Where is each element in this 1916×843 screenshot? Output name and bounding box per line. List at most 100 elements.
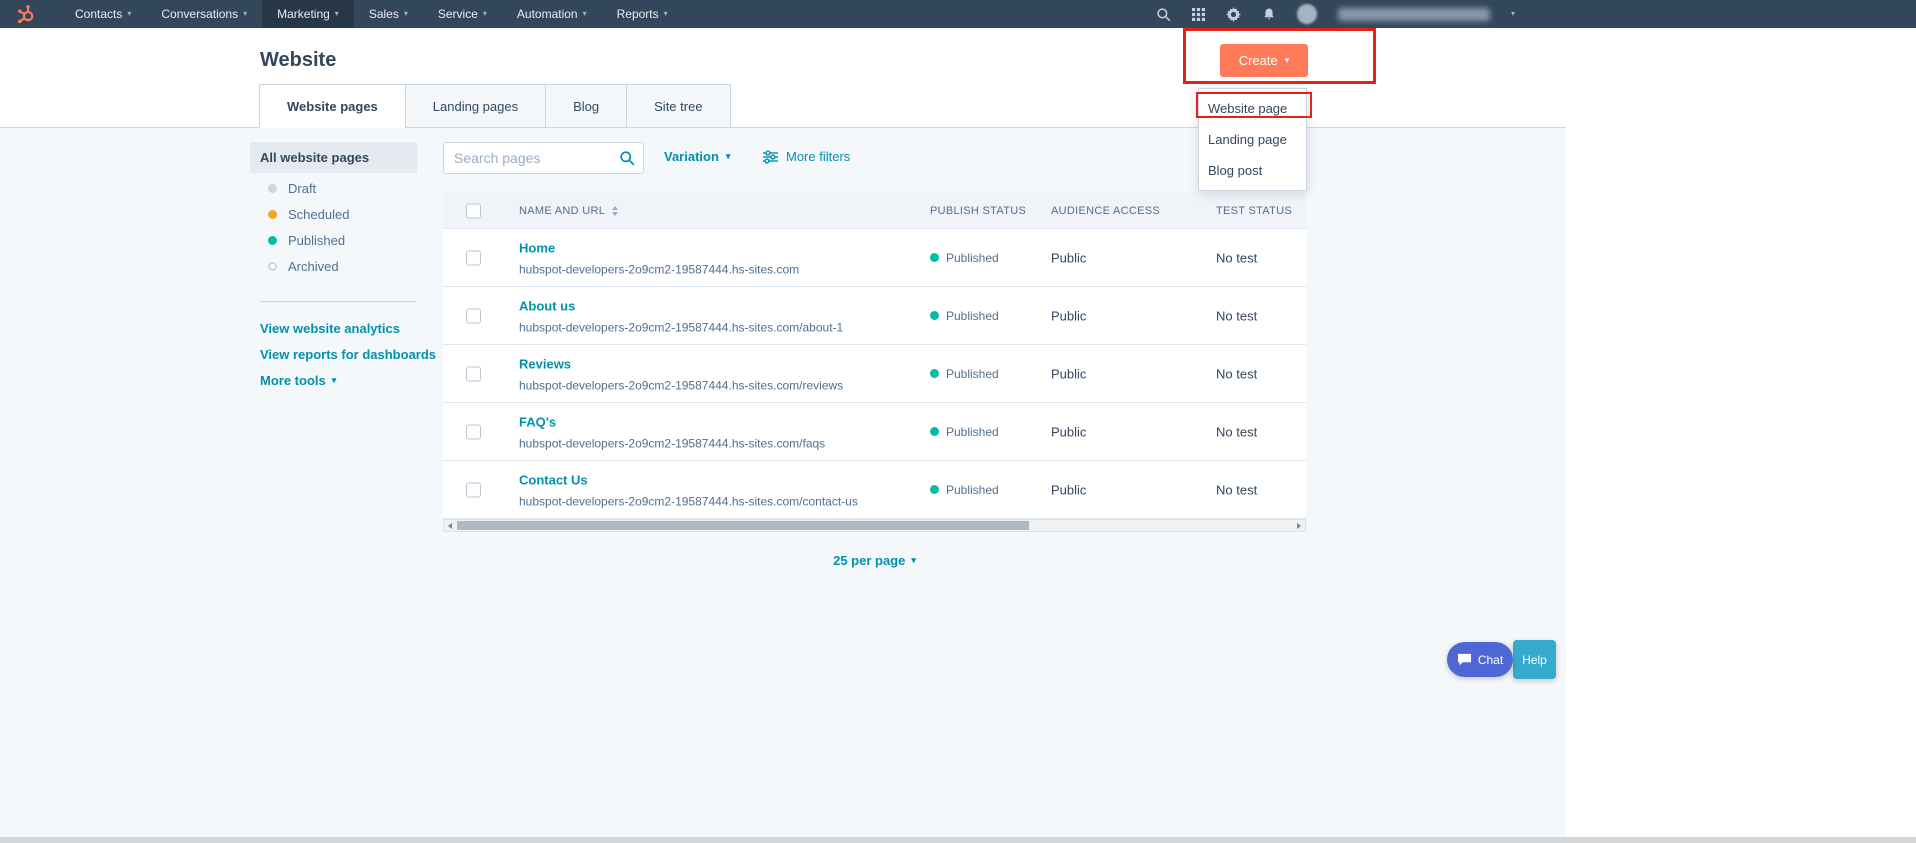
hubspot-logo[interactable] (14, 2, 38, 26)
chat-widget-button[interactable]: Chat (1447, 642, 1513, 677)
status-filter-draft[interactable]: Draft (268, 175, 349, 201)
test-status: No test (1216, 482, 1258, 497)
view-website-analytics-link[interactable]: View website analytics (260, 321, 400, 336)
audience-access: Public (1051, 308, 1087, 323)
page-name-link[interactable]: Home (519, 240, 555, 255)
column-header-publish-status: PUBLISH STATUS (930, 205, 1026, 217)
nav-utilities: ▾ (1156, 0, 1515, 28)
sidebar-item-label: All website pages (260, 150, 370, 165)
scroll-right-arrow-icon[interactable] (1293, 520, 1305, 531)
tab-label: Site tree (654, 98, 703, 114)
notifications-bell-icon[interactable] (1262, 7, 1276, 22)
nav-item-conversations[interactable]: Conversations ▾ (146, 0, 262, 28)
scrollbar-thumb[interactable] (457, 521, 1029, 530)
publish-status-label: Published (946, 366, 999, 381)
row-checkbox[interactable] (466, 366, 481, 381)
page-url: hubspot-developers-2o9cm2-19587444.hs-si… (519, 494, 858, 508)
nav-item-marketing[interactable]: Marketing ▾ (262, 0, 354, 28)
published-dot-icon (930, 253, 939, 262)
nav-item-service[interactable]: Service ▾ (423, 0, 502, 28)
status-filter-scheduled[interactable]: Scheduled (268, 201, 349, 227)
menu-item-landing-page[interactable]: Landing page (1199, 124, 1306, 155)
row-checkbox[interactable] (466, 308, 481, 323)
create-button[interactable]: Create ▾ (1220, 44, 1308, 77)
sidebar-divider (260, 301, 416, 302)
bottom-edge-strip (0, 837, 1916, 843)
chevron-down-icon: ▾ (334, 9, 339, 18)
page-url: hubspot-developers-2o9cm2-19587444.hs-si… (519, 320, 844, 334)
nav-item-reports[interactable]: Reports ▾ (602, 0, 683, 28)
column-header-label: TEST STATUS (1216, 204, 1293, 217)
create-button-label: Create (1238, 53, 1278, 68)
settings-gear-icon[interactable] (1226, 6, 1241, 22)
status-filter-published[interactable]: Published (268, 227, 349, 253)
menu-item-blog-post[interactable]: Blog post (1199, 155, 1306, 186)
per-page-dropdown[interactable]: 25 per page ▾ (443, 553, 1306, 568)
tab-site-tree[interactable]: Site tree (626, 84, 731, 128)
sidebar-item-all-website-pages[interactable]: All website pages (250, 142, 417, 173)
per-page-label: 25 per page (833, 553, 906, 568)
nav-item-label: Contacts (75, 7, 123, 21)
pages-table: NAME AND URL PUBLISH STATUS AUDIENCE ACC… (443, 193, 1306, 519)
search-input[interactable] (443, 142, 644, 174)
published-dot-icon (930, 311, 939, 320)
chevron-down-icon: ▾ (1284, 55, 1290, 65)
nav-item-automation[interactable]: Automation ▾ (502, 0, 602, 28)
scroll-left-arrow-icon[interactable] (444, 520, 456, 531)
scheduled-status-dot-icon (268, 209, 277, 219)
search-icon[interactable] (619, 150, 635, 171)
variation-dropdown[interactable]: Variation ▾ (664, 149, 730, 164)
status-filter-archived[interactable]: Archived (268, 253, 349, 279)
published-status-dot-icon (268, 235, 277, 245)
nav-item-label: Conversations (161, 7, 239, 21)
filter-sliders-icon (763, 149, 778, 164)
page-name-link[interactable]: About us (519, 298, 575, 313)
chevron-down-icon: ▾ (403, 9, 408, 18)
audience-access: Public (1051, 250, 1087, 265)
status-label: Scheduled (288, 206, 350, 222)
column-header-name-and-url[interactable]: NAME AND URL (519, 205, 619, 217)
publish-status-label: Published (946, 308, 999, 323)
marketplace-grid-icon[interactable] (1192, 7, 1205, 21)
row-checkbox[interactable] (466, 424, 481, 439)
page-url: hubspot-developers-2o9cm2-19587444.hs-si… (519, 436, 826, 450)
horizontal-scrollbar[interactable] (443, 519, 1306, 532)
draft-status-dot-icon (268, 183, 277, 193)
nav-item-sales[interactable]: Sales ▾ (354, 0, 423, 28)
page-name-link[interactable]: Contact Us (519, 472, 588, 487)
select-all-checkbox[interactable] (466, 203, 481, 218)
hubspot-website-pages-screen: Contacts ▾ Conversations ▾ Marketing ▾ Sale… (0, 0, 1916, 843)
more-filters-button[interactable]: More filters (763, 149, 850, 164)
chevron-down-icon: ▾ (243, 9, 248, 18)
tab-website-pages[interactable]: Website pages (259, 84, 406, 128)
page-title: Website (260, 49, 337, 71)
nav-item-contacts[interactable]: Contacts ▾ (60, 0, 146, 28)
tab-blog[interactable]: Blog (545, 84, 628, 128)
archived-status-dot-icon (268, 261, 277, 271)
hubspot-sprocket-icon (18, 5, 34, 24)
menu-item-website-page[interactable]: Website page (1199, 93, 1306, 124)
nav-item-label: Automation (516, 7, 578, 21)
more-tools-dropdown[interactable]: More tools ▾ (260, 373, 336, 388)
view-reports-dashboards-link[interactable]: View reports for dashboards (260, 347, 436, 362)
account-name-redacted[interactable] (1338, 7, 1490, 21)
chevron-down-icon: ▾ (331, 375, 337, 385)
publish-status-label: Published (946, 482, 999, 497)
test-status: No test (1216, 308, 1258, 323)
page-name-link[interactable]: Reviews (519, 356, 571, 371)
help-button[interactable]: Help (1513, 640, 1556, 679)
page-name-link[interactable]: FAQ's (519, 414, 556, 429)
avatar[interactable] (1297, 4, 1317, 24)
row-checkbox[interactable] (466, 482, 481, 497)
tab-landing-pages[interactable]: Landing pages (404, 84, 547, 128)
search-icon[interactable] (1156, 7, 1171, 22)
help-label: Help (1522, 652, 1547, 667)
status-label: Draft (288, 180, 317, 196)
tab-label: Website pages (287, 98, 378, 114)
table-header-row: NAME AND URL PUBLISH STATUS AUDIENCE ACC… (443, 193, 1306, 229)
nav-item-label: Service (437, 7, 478, 21)
sort-icon[interactable] (612, 205, 619, 216)
more-tools-label: More tools (260, 373, 326, 388)
row-checkbox[interactable] (466, 250, 481, 265)
tab-bar: Website pages Landing pages Blog Site tr… (259, 84, 731, 128)
